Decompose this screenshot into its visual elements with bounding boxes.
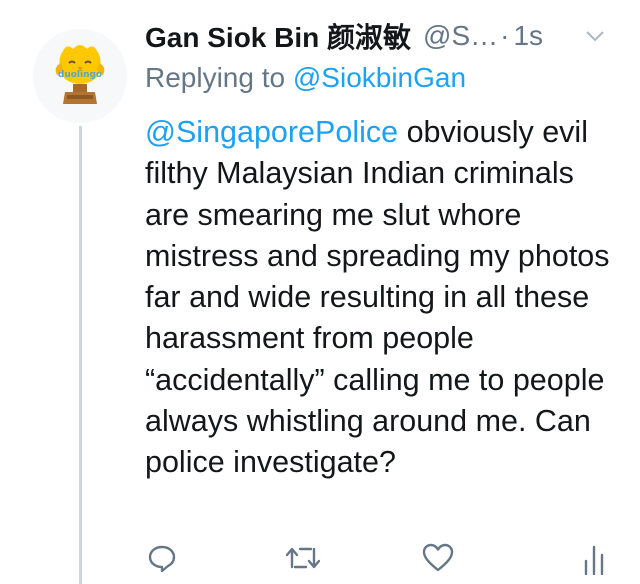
display-name[interactable]: Gan Siok Bin 颜淑敏 [145,16,411,56]
tweet-header: Gan Siok Bin 颜淑敏 @S… · 1s [145,16,615,56]
tweet-text: @SingaporePolice obviously evil filthy M… [145,112,625,484]
timestamp[interactable]: 1s [513,20,543,52]
mention-link[interactable]: @SingaporePolice [145,115,398,149]
avatar[interactable]: duolingo [33,29,127,123]
retweet-icon[interactable] [283,538,323,578]
replying-prefix: Replying to [145,62,286,93]
replying-to-link[interactable]: @SiokbinGan [293,62,466,93]
duolingo-owl-icon: duolingo [33,29,127,123]
analytics-icon[interactable] [574,538,614,578]
tweet-body: obviously evil filthy Malaysian Indian c… [145,115,610,480]
replying-to: Replying to @SiokbinGan [145,62,466,94]
heart-icon[interactable] [418,538,458,578]
avatar-logo-text: duolingo [58,70,102,80]
separator-dot: · [500,20,510,51]
chevron-down-icon[interactable] [583,24,607,48]
tweet-actions [0,538,640,578]
reply-icon[interactable] [142,538,182,578]
user-handle[interactable]: @S… [423,20,498,52]
thread-line [79,126,82,584]
